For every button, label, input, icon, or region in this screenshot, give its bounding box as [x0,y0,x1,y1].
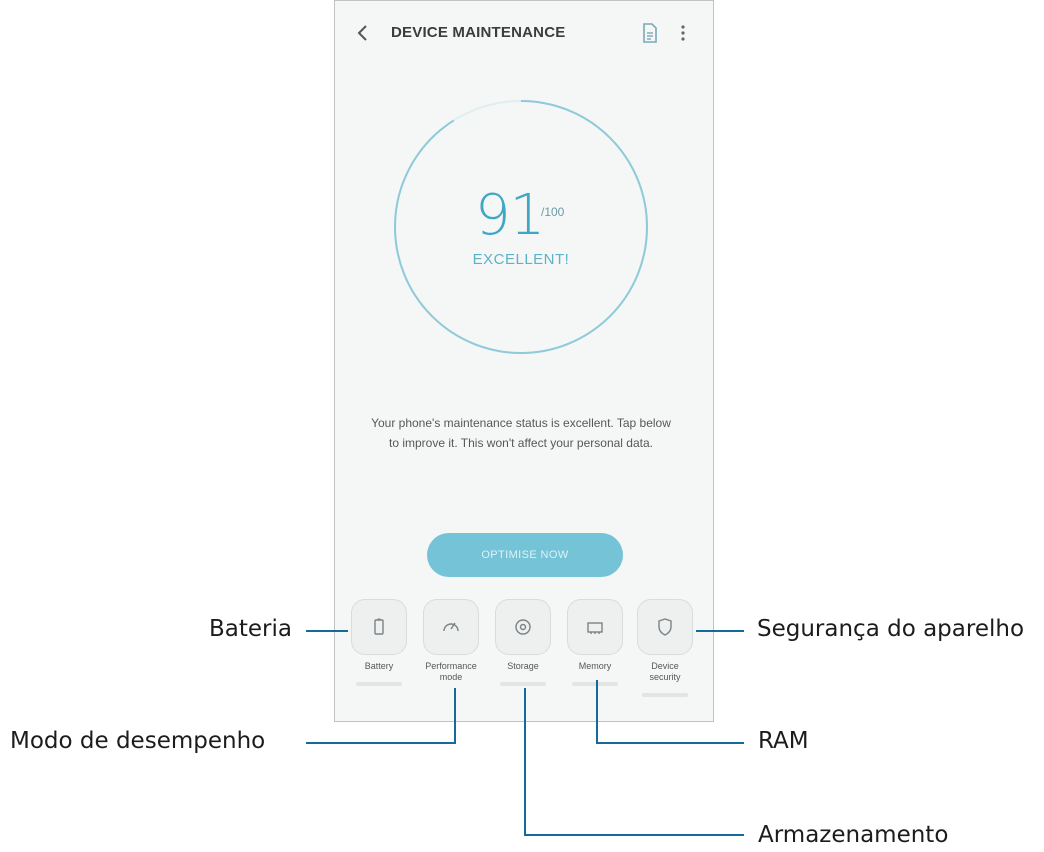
memory-item[interactable]: Memory [565,599,625,717]
device-security-label: Device security [649,661,681,682]
performance-mode-label: Performance mode [425,661,477,682]
leader-memory-h [596,742,744,744]
app-bar: DEVICE MAINTENANCE [335,1,713,65]
storage-tile[interactable] [495,599,551,655]
report-icon[interactable] [641,23,659,43]
shield-icon [658,618,672,636]
status-description: Your phone's maintenance status is excel… [371,416,671,450]
storage-label: Storage [507,661,539,671]
leader-performance-v [454,688,456,744]
leader-memory-v [596,680,598,744]
storage-item[interactable]: Storage [493,599,553,717]
performance-mode-item[interactable]: Performance mode [421,599,481,717]
device-security-tile[interactable] [637,599,693,655]
storage-status [500,682,546,686]
memory-chip-icon [587,622,603,634]
leader-performance-h [306,742,456,744]
score-max: /100 [541,205,565,219]
leader-security [696,630,744,632]
callout-storage: Armazenamento [758,822,949,848]
battery-tile[interactable] [351,599,407,655]
callout-performance: Modo de desempenho [10,728,266,754]
memory-tile[interactable] [567,599,623,655]
score-value: 91 [475,183,545,248]
battery-item[interactable]: Battery [349,599,409,717]
back-chevron-icon[interactable] [353,23,373,43]
storage-disc-icon [515,619,531,635]
callout-battery: Bateria [209,616,292,642]
callout-security: Segurança do aparelho [757,616,1025,642]
callout-memory: RAM [758,728,809,754]
page-title: DEVICE MAINTENANCE [391,24,566,41]
score-status: EXCELLENT! [472,251,570,268]
battery-icon [374,618,384,635]
leader-storage-v [524,688,526,836]
phone-screen: DEVICE MAINTENANCE 91 /100 EXCELLENT! Yo… [334,0,714,722]
device-security-status [642,693,688,697]
battery-label: Battery [364,661,394,671]
leader-storage-h [524,834,744,836]
leader-battery [306,630,348,632]
more-options-icon[interactable] [679,23,687,43]
speedometer-icon [443,622,459,632]
memory-label: Memory [578,661,612,671]
optimise-now-button[interactable]: OPTIMISE NOW [427,533,623,577]
battery-status [356,682,402,686]
memory-status [572,682,618,686]
device-security-item[interactable]: Device security [635,599,695,717]
performance-mode-tile[interactable] [423,599,479,655]
